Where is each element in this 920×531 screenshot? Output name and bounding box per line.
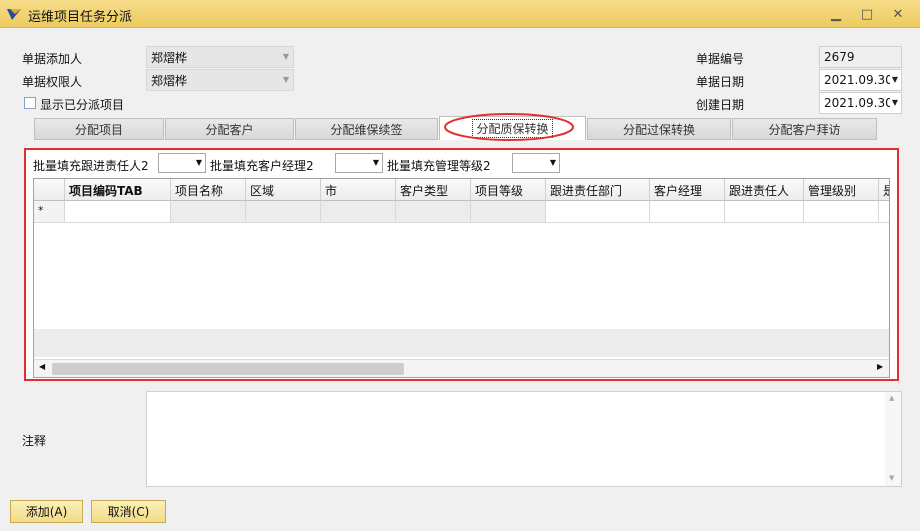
dropdown-arrow-icon: ▼ [549,158,556,167]
doc-date-picker[interactable]: 2021.09.30 ▼ [819,69,902,91]
column-header[interactable]: 管理级别 [804,179,879,201]
tab-assign-maintenance-renewal[interactable]: 分配维保续签 [295,118,438,140]
horizontal-scrollbar[interactable]: ◀ ▶ [34,359,889,377]
column-header[interactable]: 项目编码TAB [65,179,171,201]
vertical-scrollbar[interactable]: ▲ ▼ [885,392,901,486]
close-icon: ✕ [892,6,904,22]
scroll-right-icon[interactable]: ▶ [877,362,883,371]
batch-follow-label: 批量填充跟进责任人2 [33,159,149,173]
grid-cell[interactable] [171,201,246,223]
dropdown-arrow-icon: ▼ [282,52,289,61]
tab-label: 分配过保转换 [622,122,695,137]
grid-cell[interactable] [471,201,546,223]
doc-date-value: 2021.09.30 [824,73,893,87]
scrollbar-thumb[interactable] [52,363,404,375]
add-button-label: 添加(A) [25,505,68,519]
doc-no-field[interactable]: 2679 [819,46,902,68]
maximize-icon: □ [860,6,874,22]
batch-follow-select[interactable]: ▼ [158,153,206,173]
grid-cell[interactable] [246,201,321,223]
app-logo-icon [7,9,21,20]
dropdown-arrow-icon: ▼ [372,158,379,167]
show-assigned-checkbox[interactable] [24,97,36,109]
dropdown-arrow-icon: ▼ [889,75,898,84]
grid-cell[interactable] [396,201,471,223]
minimize-button[interactable]: ▁ [828,6,844,22]
dropdown-arrow-icon: ▼ [889,98,898,107]
create-date-value: 2021.09.30 [824,96,893,110]
dropdown-arrow-icon: ▼ [282,75,289,84]
create-date-label: 创建日期 [696,98,745,112]
minimize-icon: ▁ [831,6,841,22]
highlight-circle [444,113,574,141]
grid-cell[interactable] [804,201,879,223]
column-header[interactable]: 项目等级 [471,179,546,201]
column-header[interactable]: 跟进责任人 [725,179,804,201]
title-bar: 运维项目任务分派 ▁ □ ✕ [0,0,920,28]
create-date-picker[interactable]: 2021.09.30 ▼ [819,92,902,114]
column-header[interactable]: 市 [321,179,396,201]
column-header[interactable]: 客户经理 [650,179,725,201]
batch-level-label: 批量填充管理等级2 [387,159,491,173]
tab-label: 分配项目 [74,122,123,137]
column-header[interactable]: 是 [879,179,889,201]
column-header[interactable]: 项目名称 [171,179,246,201]
notes-textarea[interactable]: ▲ ▼ [146,391,902,487]
maximize-button[interactable]: □ [859,6,875,22]
scroll-down-icon[interactable]: ▼ [889,474,894,482]
notes-label: 注释 [22,434,47,448]
adder-select[interactable]: 郑熠桦 ▼ [146,46,294,68]
tab-assign-expired-conversion[interactable]: 分配过保转换 [587,118,731,140]
doc-no-value: 2679 [824,50,855,64]
scroll-up-icon[interactable]: ▲ [889,394,894,402]
row-header-corner [34,179,65,201]
tab-label: 分配客户拜访 [768,122,841,137]
permission-select[interactable]: 郑熠桦 ▼ [146,69,294,91]
grid-cell[interactable] [650,201,725,223]
tab-assign-customer[interactable]: 分配客户 [165,118,294,140]
grid-cell[interactable] [879,201,889,223]
tab-label: 分配客户 [205,122,254,137]
adder-value: 郑熠桦 [151,51,188,65]
dropdown-arrow-icon: ▼ [195,158,202,167]
scroll-left-icon[interactable]: ◀ [39,362,45,371]
column-header[interactable]: 区域 [246,179,321,201]
column-header[interactable]: 跟进责任部门 [546,179,650,201]
doc-no-label: 单据编号 [696,52,745,66]
permission-label: 单据权限人 [22,75,83,89]
grid-cell[interactable] [546,201,650,223]
batch-manager-label: 批量填充客户经理2 [210,159,314,173]
new-row-marker: * [34,201,65,223]
doc-date-label: 单据日期 [696,75,745,89]
tab-label: 分配维保续签 [330,122,403,137]
cancel-button-label: 取消(C) [107,505,150,519]
adder-label: 单据添加人 [22,52,83,66]
grid-cell[interactable] [321,201,396,223]
grid-footer [34,329,889,357]
column-header[interactable]: 客户类型 [396,179,471,201]
cancel-button[interactable]: 取消(C) [91,500,166,523]
grid-cell[interactable] [65,201,171,223]
data-grid[interactable]: 项目编码TAB 项目名称 区域 市 客户类型 项目等级 跟进责任部门 客户经理 … [33,178,890,378]
permission-value: 郑熠桦 [151,74,188,88]
window-title: 运维项目任务分派 [28,10,133,25]
add-button[interactable]: 添加(A) [10,500,83,523]
tab-assign-project[interactable]: 分配项目 [34,118,164,140]
batch-manager-select[interactable]: ▼ [335,153,383,173]
batch-level-select[interactable]: ▼ [512,153,560,173]
close-button[interactable]: ✕ [890,6,906,22]
tab-assign-customer-visit[interactable]: 分配客户拜访 [732,118,877,140]
grid-cell[interactable] [725,201,804,223]
show-assigned-label: 显示已分派项目 [40,98,125,112]
